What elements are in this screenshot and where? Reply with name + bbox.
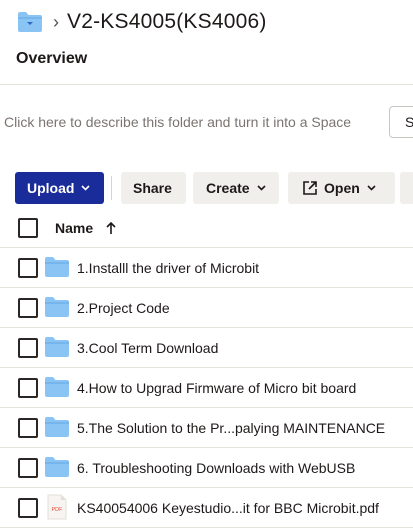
list-item[interactable]: 4.How to Upgrad Firmware of Micro bit bo… xyxy=(0,368,413,408)
file-name[interactable]: 2.Project Code xyxy=(77,300,170,316)
chevron-down-icon xyxy=(81,185,91,191)
file-name[interactable]: 4.How to Upgrad Firmware of Micro bit bo… xyxy=(77,380,356,396)
pdf-file-icon: PDF xyxy=(47,494,67,520)
file-name[interactable]: KS40054006 Keyestudio...it for BBC Micro… xyxy=(77,500,379,516)
list-item[interactable]: 3.Cool Term Download xyxy=(0,328,413,368)
folder-title[interactable]: V2-KS4005(KS4006) xyxy=(67,10,267,34)
list-item[interactable]: 5.The Solution to the Pr...palying MAINT… xyxy=(0,408,413,448)
upload-button[interactable]: Upload xyxy=(15,172,104,204)
more-button[interactable] xyxy=(400,172,413,204)
toolbar-divider xyxy=(111,176,112,200)
file-list: 1.Installl the driver of Microbit 2.Proj… xyxy=(0,248,413,528)
space-button[interactable]: S xyxy=(389,106,413,138)
list-item[interactable]: PDF KS40054006 Keyestudio...it for BBC M… xyxy=(0,488,413,528)
file-name[interactable]: 5.The Solution to the Pr...palying MAINT… xyxy=(77,420,385,436)
overview-heading[interactable]: Overview xyxy=(16,50,87,68)
list-item[interactable]: 1.Installl the driver of Microbit xyxy=(0,248,413,288)
row-checkbox[interactable] xyxy=(18,458,38,478)
upload-label: Upload xyxy=(27,180,75,196)
row-checkbox[interactable] xyxy=(18,498,38,518)
file-name[interactable]: 3.Cool Term Download xyxy=(77,340,218,356)
breadcrumb: › V2-KS4005(KS4006) xyxy=(17,8,267,36)
row-checkbox[interactable] xyxy=(18,298,38,318)
chevron-down-icon xyxy=(367,185,376,191)
list-item[interactable]: 6. Troubleshooting Downloads with WebUSB xyxy=(0,448,413,488)
share-button[interactable]: Share xyxy=(121,172,186,204)
pdf-badge: PDF xyxy=(52,507,64,513)
list-item[interactable]: 2.Project Code xyxy=(0,288,413,328)
share-label: Share xyxy=(133,180,172,196)
row-checkbox[interactable] xyxy=(18,338,38,358)
folder-icon xyxy=(45,457,69,477)
folder-description-input[interactable]: Click here to describe this folder and t… xyxy=(4,114,351,130)
folder-icon xyxy=(45,337,69,357)
select-all-checkbox[interactable] xyxy=(18,218,38,238)
breadcrumb-separator: › xyxy=(53,12,59,32)
table-header: Name xyxy=(0,208,413,248)
create-label: Create xyxy=(206,180,250,196)
divider xyxy=(0,84,413,85)
open-external-icon xyxy=(303,181,317,195)
folder-icon[interactable] xyxy=(17,11,43,33)
toolbar: Upload Share Create Open xyxy=(0,172,413,204)
name-column-header[interactable]: Name xyxy=(55,220,93,236)
folder-icon xyxy=(45,297,69,317)
row-checkbox[interactable] xyxy=(18,418,38,438)
file-name[interactable]: 1.Installl the driver of Microbit xyxy=(77,260,259,276)
create-button[interactable]: Create xyxy=(193,172,279,204)
chevron-down-icon xyxy=(257,185,266,191)
folder-icon xyxy=(45,257,69,277)
row-checkbox[interactable] xyxy=(18,378,38,398)
open-label: Open xyxy=(324,180,360,196)
folder-icon xyxy=(45,377,69,397)
row-checkbox[interactable] xyxy=(18,258,38,278)
file-name[interactable]: 6. Troubleshooting Downloads with WebUSB xyxy=(77,460,355,476)
open-button[interactable]: Open xyxy=(288,172,395,204)
folder-icon xyxy=(45,417,69,437)
arrow-up-icon[interactable] xyxy=(105,221,117,235)
